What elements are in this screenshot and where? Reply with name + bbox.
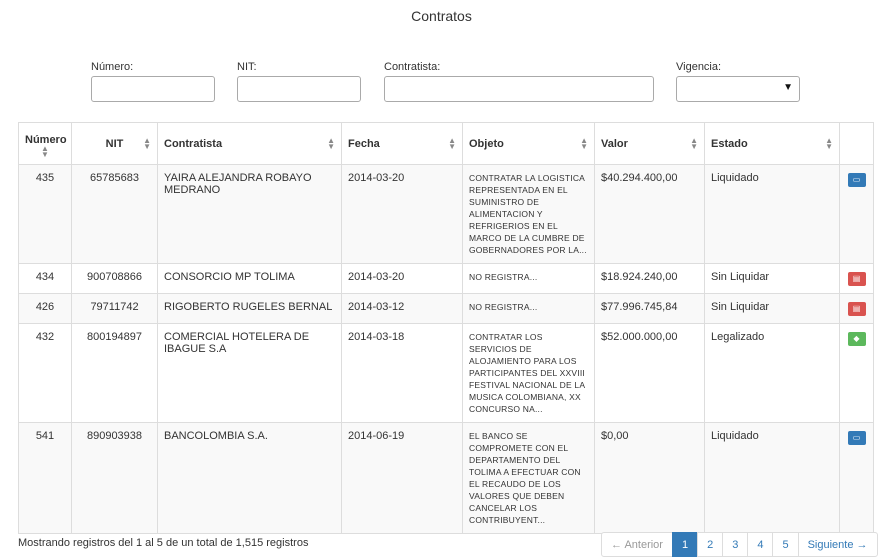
table-row: 435 65785683 YAIRA ALEJANDRA ROBAYO MEDR… [18, 164, 874, 264]
col-contratista-label: Contratista [164, 137, 223, 150]
sort-icon: ▲ ▼ [690, 135, 698, 151]
cell-nit: 65785683 [71, 164, 158, 264]
cell-estado: Liquidado [704, 422, 840, 534]
cell-objeto: CONTRATAR LOS SERVICIOS DE ALOJAMIENTO P… [462, 323, 595, 423]
contratista-input[interactable] [384, 76, 654, 102]
numero-label: Número: [91, 61, 134, 73]
prev-page-button[interactable]: ← Anterior [601, 532, 673, 557]
filter-numero: Número: [91, 61, 215, 102]
cell-objeto: NO REGISTRA... [462, 293, 595, 324]
cell-action: ▤ [839, 263, 874, 294]
pdf-icon[interactable]: ▤ [847, 302, 866, 316]
col-objeto[interactable]: Objeto ▲ ▼ [462, 122, 595, 165]
pagination: ← Anterior 1 2 3 4 5 Siguiente → [601, 532, 878, 557]
sort-icon: ▲ ▼ [448, 135, 456, 151]
cell-fecha: 2014-03-12 [341, 293, 463, 324]
cell-estado: Liquidado [704, 164, 840, 264]
cell-fecha: 2014-03-20 [341, 164, 463, 264]
tags-icon[interactable]: ◆ [847, 332, 866, 346]
cell-objeto: CONTRATAR LA LOGISTICA REPRESENTADA EN E… [462, 164, 595, 264]
cell-action: ▭ [839, 422, 874, 534]
page-title: Contratos [411, 8, 472, 24]
cell-nit: 79711742 [71, 293, 158, 324]
cell-action: ▤ [839, 293, 874, 324]
col-numero[interactable]: Número ▲ ▼ [18, 122, 72, 165]
col-nit[interactable]: NIT ▲ ▼ [71, 122, 158, 165]
cell-estado: Legalizado [704, 323, 840, 423]
cell-nit: 890903938 [71, 422, 158, 534]
filter-nit: NIT: [237, 61, 361, 102]
cell-fecha: 2014-03-18 [341, 323, 463, 423]
page-button-3[interactable]: 3 [722, 532, 749, 557]
vigencia-select[interactable]: ▼ [676, 76, 800, 102]
contracts-table: Número ▲ ▼ NIT ▲ ▼ Contratista ▲ ▼ Fecha ▲ ▼… [18, 122, 874, 534]
next-page-button[interactable]: Siguiente → [797, 532, 878, 557]
numero-input[interactable] [91, 76, 215, 102]
sort-icon: ▲ ▼ [580, 135, 588, 151]
col-fecha[interactable]: Fecha ▲ ▼ [341, 122, 463, 165]
cell-action: ◆ [839, 323, 874, 423]
cell-numero: 435 [18, 164, 72, 264]
sort-icon: ▲ ▼ [41, 144, 49, 159]
cell-contratista: BANCOLOMBIA S.A. [157, 422, 342, 534]
table-row: 434 900708866 CONSORCIO MP TOLIMA 2014-0… [18, 263, 874, 294]
col-valor[interactable]: Valor ▲ ▼ [594, 122, 705, 165]
cell-nit: 900708866 [71, 263, 158, 294]
table-header-row: Número ▲ ▼ NIT ▲ ▼ Contratista ▲ ▼ Fecha ▲ ▼… [18, 122, 874, 165]
sort-icon: ▲ ▼ [327, 135, 335, 151]
cell-contratista: YAIRA ALEJANDRA ROBAYO MEDRANO [157, 164, 342, 264]
col-fecha-label: Fecha [348, 137, 380, 150]
cell-valor: $0,00 [594, 422, 705, 534]
filter-vigencia: Vigencia: ▼ [676, 61, 800, 102]
cell-numero: 432 [18, 323, 72, 423]
table-row: 426 79711742 RIGOBERTO RUGELES BERNAL 20… [18, 293, 874, 324]
money-icon[interactable]: ▭ [847, 431, 866, 445]
col-valor-label: Valor [601, 137, 628, 150]
cell-valor: $18.924.240,00 [594, 263, 705, 294]
sort-icon: ▲ ▼ [825, 135, 833, 151]
cell-objeto: NO REGISTRA... [462, 263, 595, 294]
filter-contratista: Contratista: [384, 61, 654, 102]
cell-fecha: 2014-06-19 [341, 422, 463, 534]
table-row: 541 890903938 BANCOLOMBIA S.A. 2014-06-1… [18, 422, 874, 534]
money-icon[interactable]: ▭ [847, 173, 866, 187]
cell-estado: Sin Liquidar [704, 293, 840, 324]
cell-contratista: COMERCIAL HOTELERA DE IBAGUE S.A [157, 323, 342, 423]
page-button-1[interactable]: 1 [671, 532, 699, 557]
pdf-icon[interactable]: ▤ [847, 272, 866, 286]
cell-action: ▭ [839, 164, 874, 264]
cell-numero: 541 [18, 422, 72, 534]
page-button-5[interactable]: 5 [772, 532, 799, 557]
cell-contratista: CONSORCIO MP TOLIMA [157, 263, 342, 294]
nit-label: NIT: [237, 61, 257, 73]
vigencia-label: Vigencia: [676, 61, 722, 73]
page-button-2[interactable]: 2 [697, 532, 724, 557]
sort-icon: ▲ ▼ [143, 135, 151, 151]
col-nit-label: NIT [105, 137, 124, 150]
col-contratista[interactable]: Contratista ▲ ▼ [157, 122, 342, 165]
cell-contratista: RIGOBERTO RUGELES BERNAL [157, 293, 342, 324]
cell-estado: Sin Liquidar [704, 263, 840, 294]
col-estado-label: Estado [711, 137, 748, 150]
cell-valor: $40.294.400,00 [594, 164, 705, 264]
table-row: 432 800194897 COMERCIAL HOTELERA DE IBAG… [18, 323, 874, 423]
cell-numero: 426 [18, 293, 72, 324]
cell-fecha: 2014-03-20 [341, 263, 463, 294]
table-info: Mostrando registros del 1 al 5 de un tot… [18, 537, 309, 549]
cell-nit: 800194897 [71, 323, 158, 423]
col-objeto-label: Objeto [469, 137, 504, 150]
contratista-label: Contratista: [384, 61, 441, 73]
col-actions [839, 122, 874, 165]
cell-valor: $77.996.745,84 [594, 293, 705, 324]
col-estado[interactable]: Estado ▲ ▼ [704, 122, 840, 165]
cell-valor: $52.000.000,00 [594, 323, 705, 423]
cell-numero: 434 [18, 263, 72, 294]
caret-down-icon: ▼ [783, 82, 793, 93]
cell-objeto: EL BANCO SE COMPROMETE CON EL DEPARTAMEN… [462, 422, 595, 534]
nit-input[interactable] [237, 76, 361, 102]
page-button-4[interactable]: 4 [747, 532, 774, 557]
